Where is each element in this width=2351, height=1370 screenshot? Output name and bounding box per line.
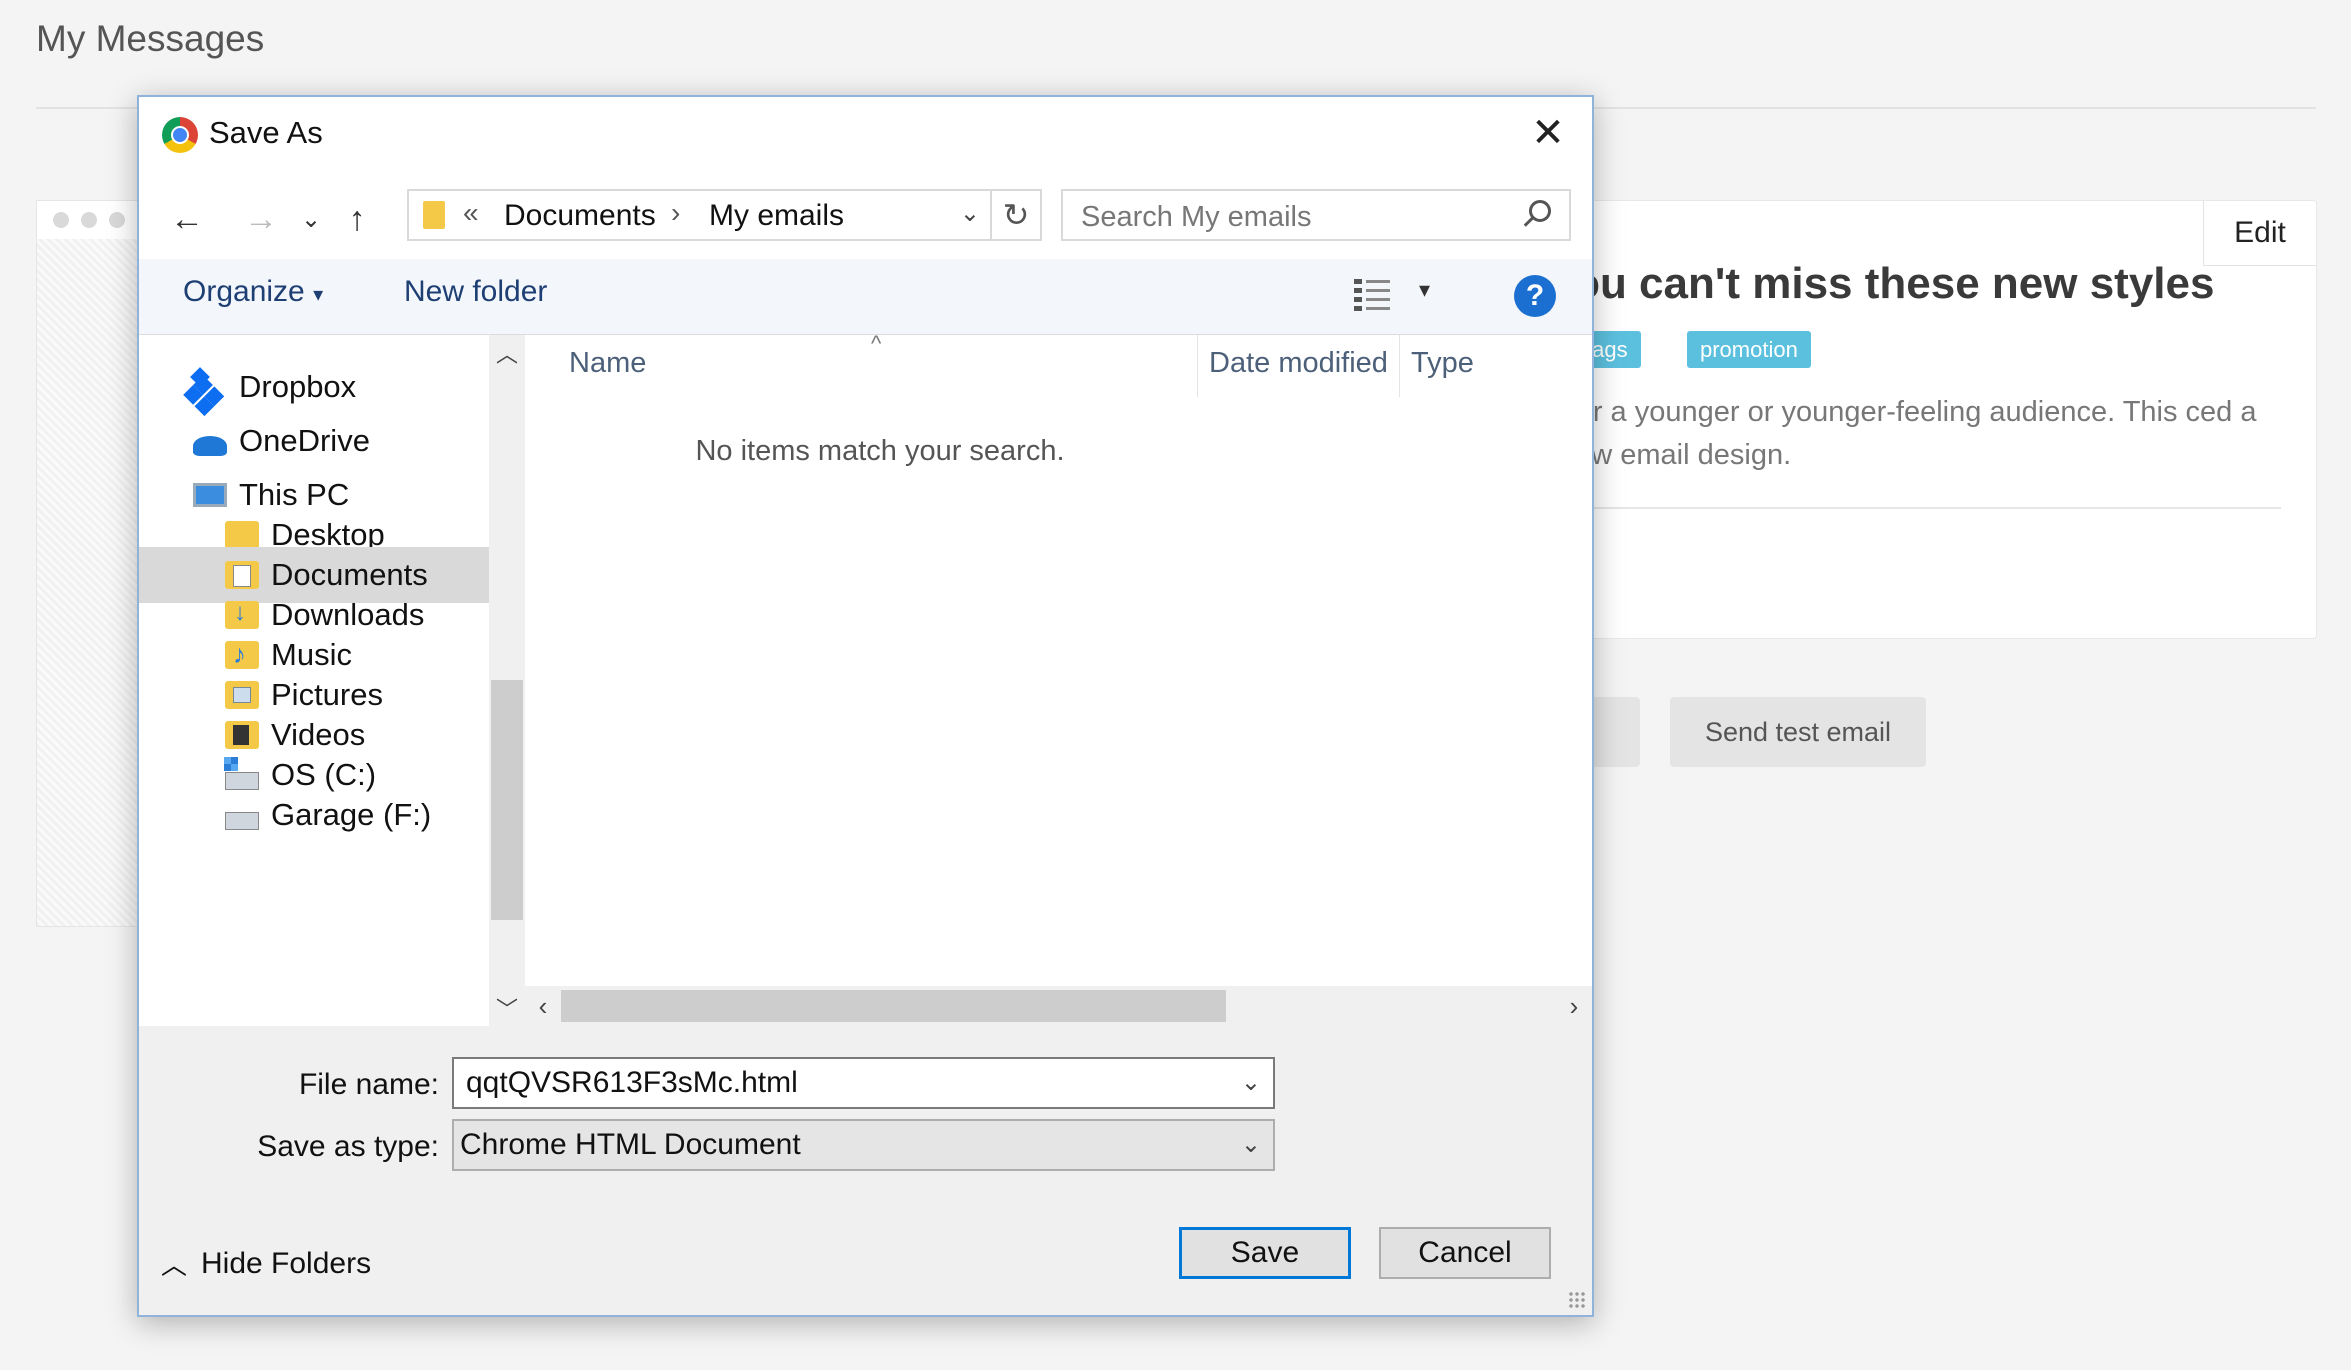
back-arrow-icon[interactable]: ← xyxy=(165,197,209,241)
resize-grip-icon[interactable] xyxy=(1568,1291,1586,1309)
tag-badge-promotion[interactable]: promotion xyxy=(1687,331,1811,368)
scrollbar-thumb[interactable] xyxy=(491,680,523,920)
dropbox-icon xyxy=(193,370,227,404)
message-card: Edit You can't miss these new styles ic … xyxy=(1560,200,2317,639)
save-as-dialog: Save As ✕ ← → ⌄ ↑ « Documents › My email… xyxy=(137,95,1594,1317)
scroll-down-icon[interactable]: ﹀ xyxy=(489,990,525,1026)
chrome-icon xyxy=(162,117,198,153)
refresh-icon[interactable]: ↻ xyxy=(992,189,1042,241)
up-arrow-icon[interactable]: ↑ xyxy=(335,197,379,241)
dialog-titlebar: Save As ✕ xyxy=(139,97,1592,177)
new-folder-button[interactable]: New folder xyxy=(404,275,547,309)
cancel-button[interactable]: Cancel xyxy=(1379,1227,1551,1279)
empty-state-message: No items match your search. xyxy=(695,435,1065,467)
preview-window-bar xyxy=(37,201,147,239)
view-options-icon[interactable] xyxy=(1354,277,1392,311)
search-icon[interactable] xyxy=(1529,200,1551,222)
chevron-down-icon[interactable]: ⌄ xyxy=(1241,1130,1261,1159)
sort-ascending-icon: ^ xyxy=(871,331,882,356)
nav-item-onedrive[interactable]: OneDrive xyxy=(139,413,489,469)
scroll-up-icon[interactable]: ︿ xyxy=(489,335,525,371)
horizontal-scrollbar[interactable]: ‹ › xyxy=(525,986,1592,1026)
folder-icon xyxy=(423,201,445,229)
navigation-pane-scrollbar[interactable]: ︿ ﹀ xyxy=(489,335,525,1026)
divider xyxy=(1581,507,2281,509)
navigation-pane: Dropbox OneDrive This PC Desktop Documen… xyxy=(139,335,489,1026)
file-list: ^ Name Date modified Type No items match… xyxy=(525,331,1592,1026)
help-icon[interactable]: ? xyxy=(1514,275,1556,317)
scroll-right-icon[interactable]: › xyxy=(1556,986,1592,1026)
close-icon[interactable]: ✕ xyxy=(1524,107,1572,159)
file-name-input[interactable]: qqtQVSR613F3sMc.html ⌄ xyxy=(452,1057,1275,1109)
chevron-down-icon[interactable]: ⌄ xyxy=(1241,1068,1261,1097)
chevron-up-icon: ︿ xyxy=(161,1250,188,1280)
search-input[interactable]: Search My emails xyxy=(1061,189,1571,241)
forward-arrow-icon[interactable]: → xyxy=(239,197,283,241)
downloads-folder-icon xyxy=(225,599,259,629)
breadcrumb-documents[interactable]: Documents xyxy=(504,199,656,233)
save-as-type-select[interactable]: Chrome HTML Document ⌄ xyxy=(452,1119,1275,1171)
breadcrumb-separator-icon: › xyxy=(671,197,681,228)
drive-icon xyxy=(225,812,259,830)
column-header-type[interactable]: Type xyxy=(1411,347,1474,380)
breadcrumb-my-emails[interactable]: My emails xyxy=(709,199,844,233)
address-dropdown-icon[interactable]: ⌄ xyxy=(960,199,980,228)
column-header-name[interactable]: Name xyxy=(569,347,646,380)
onedrive-icon xyxy=(193,436,227,456)
desktop-folder-icon xyxy=(225,521,259,549)
email-preview-thumbnail[interactable] xyxy=(36,200,148,927)
page-title: My Messages xyxy=(36,18,265,59)
nav-item-garage-f[interactable]: Garage (F:) xyxy=(139,787,489,843)
overflow-chevron[interactable]: « xyxy=(463,197,479,229)
hide-folders-toggle[interactable]: ︿ Hide Folders xyxy=(161,1245,371,1282)
message-headline: You can't miss these new styles xyxy=(1560,259,2215,308)
videos-folder-icon xyxy=(225,721,259,749)
edit-button[interactable]: Edit xyxy=(2203,201,2316,266)
save-as-type-label: Save as type: xyxy=(257,1130,439,1163)
pictures-folder-icon xyxy=(225,681,259,709)
dropdown-caret-icon: ▾ xyxy=(313,284,324,306)
message-description: For a younger or younger-feeling audienc… xyxy=(1560,396,2257,471)
organize-menu[interactable]: Organize ▾ xyxy=(183,275,323,309)
documents-folder-icon xyxy=(225,561,259,589)
file-name-label: File name: xyxy=(298,1068,439,1101)
send-test-email-button[interactable]: Send test email xyxy=(1670,697,1926,767)
scrollbar-thumb[interactable] xyxy=(561,990,1226,1022)
save-button[interactable]: Save xyxy=(1179,1227,1351,1279)
music-folder-icon xyxy=(225,639,259,670)
view-dropdown-icon[interactable]: ▾ xyxy=(1419,277,1430,303)
column-header-date-modified[interactable]: Date modified xyxy=(1209,347,1388,380)
scroll-left-icon[interactable]: ‹ xyxy=(525,986,561,1026)
computer-icon xyxy=(193,483,227,507)
recent-locations-chevron-icon[interactable]: ⌄ xyxy=(289,197,333,241)
address-bar[interactable]: « Documents › My emails ⌄ xyxy=(407,189,992,241)
command-toolbar: Organize ▾ New folder ▾ ? xyxy=(139,259,1592,335)
nav-item-dropbox[interactable]: Dropbox xyxy=(139,359,489,415)
dialog-title: Save As xyxy=(209,115,323,150)
